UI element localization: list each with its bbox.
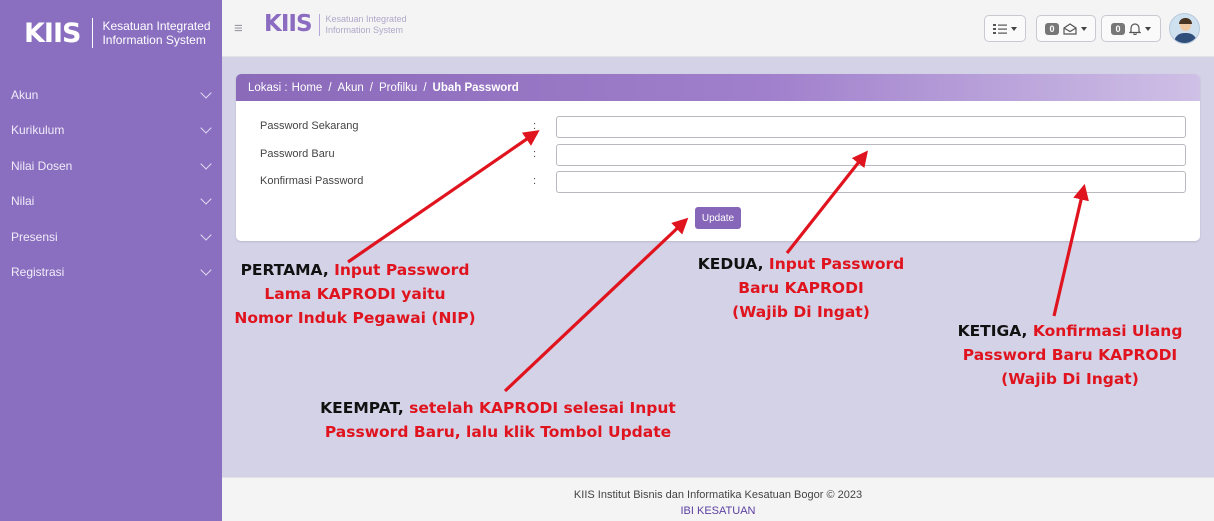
messages-count-badge: 0: [1045, 22, 1059, 35]
sidebar-item-label: Registrasi: [11, 265, 65, 280]
topbar-logo[interactable]: KIIS Kesatuan Integrated Information Sys…: [264, 13, 407, 36]
annotation-pertama: PERTAMA, Input Password Lama KAPRODI yai…: [225, 258, 485, 330]
annotation-keempat: KEEMPAT, setelah KAPRODI selesai Input P…: [296, 396, 700, 444]
sidebar-item-label: Nilai Dosen: [11, 158, 73, 173]
field-colon: :: [533, 148, 537, 160]
annotation-step-label: KEEMPAT,: [320, 399, 404, 417]
brand-text: Kesatuan Integrated Information System: [326, 14, 407, 36]
caret-down-icon: [1011, 26, 1017, 31]
sidebar-nav: Akun Kurikulum Nilai Dosen Nilai Presens…: [0, 77, 222, 290]
messages-button[interactable]: 0: [1036, 15, 1096, 42]
topbar: ≡ KIIS Kesatuan Integrated Information S…: [222, 0, 1214, 57]
breadcrumb-profilku[interactable]: Profilku: [379, 82, 417, 94]
annotation-text: Password Baru KAPRODI: [962, 346, 1178, 364]
sidebar-item-presensi[interactable]: Presensi: [0, 219, 222, 255]
caret-down-icon: [1080, 26, 1087, 31]
new-password-label: Password Baru: [260, 148, 335, 160]
sidebar-item-akun[interactable]: Akun: [0, 77, 222, 113]
annotation-kedua: KEDUA, Input Password Baru KAPRODI (Waji…: [676, 252, 926, 324]
sidebar-brand[interactable]: KIIS Kesatuan Integrated Information Sys…: [24, 18, 211, 48]
brand-line-1: Kesatuan Integrated: [102, 19, 211, 33]
annotation-text: (Wajib Di Ingat): [732, 303, 870, 321]
brand-line-2: Information System: [325, 24, 404, 35]
sidebar-item-label: Nilai: [11, 194, 35, 209]
annotation-text: Password Baru, lalu klik Tombol Update: [324, 423, 672, 441]
footer-copyright: KIIS Institut Bisnis dan Informatika Kes…: [573, 489, 863, 501]
footer-link[interactable]: IBI KESATUAN: [681, 505, 756, 517]
chevron-down-icon: [200, 193, 212, 205]
caret-down-icon: [1144, 26, 1151, 31]
sidebar-item-nilai[interactable]: Nilai: [0, 184, 222, 220]
arrow-keempat: [503, 217, 689, 393]
annotation-text: Lama KAPRODI yaitu: [264, 285, 446, 303]
brand-divider: [92, 18, 94, 48]
notifications-count-badge: 0: [1111, 22, 1125, 35]
new-password-input[interactable]: [556, 144, 1186, 166]
annotation-step-label: KEDUA,: [697, 255, 764, 273]
chevron-down-icon: [200, 264, 212, 276]
annotation-text: (Wajib Di Ingat): [1001, 370, 1139, 388]
kiis-logo: KIIS: [24, 17, 81, 49]
brand-line-2: Information System: [102, 33, 206, 47]
breadcrumb: Lokasi : Home / Akun / Profilku / Ubah P…: [236, 74, 1200, 101]
sidebar-item-registrasi[interactable]: Registrasi: [0, 255, 222, 291]
form-row-new-password: Password Baru :: [236, 144, 1200, 166]
sidebar-item-label: Presensi: [11, 229, 58, 244]
sidebar-item-kurikulum[interactable]: Kurikulum: [0, 113, 222, 149]
brand-divider: [318, 13, 320, 36]
confirm-password-label: Konfirmasi Password: [260, 175, 364, 187]
sidebar-item-label: Akun: [11, 87, 39, 102]
field-colon: :: [533, 120, 537, 132]
current-password-label: Password Sekarang: [260, 120, 359, 132]
envelope-open-icon: [1062, 22, 1077, 35]
chevron-down-icon: [200, 122, 212, 134]
list-icon: [993, 23, 1007, 34]
form-row-confirm-password: Konfirmasi Password :: [236, 171, 1200, 193]
sidebar-item-label: Kurikulum: [11, 123, 65, 138]
breadcrumb-separator: /: [369, 81, 373, 94]
breadcrumb-akun[interactable]: Akun: [338, 82, 364, 94]
change-password-card: Lokasi : Home / Akun / Profilku / Ubah P…: [236, 74, 1200, 241]
form-row-current-password: Password Sekarang :: [236, 116, 1200, 138]
breadcrumb-prefix: Lokasi :: [248, 81, 288, 94]
annotation-text: Input Password: [334, 261, 470, 279]
current-password-input[interactable]: [556, 116, 1186, 138]
chevron-down-icon: [200, 158, 212, 170]
breadcrumb-home[interactable]: Home: [292, 82, 323, 94]
field-colon: :: [533, 175, 537, 187]
breadcrumb-separator: /: [328, 81, 332, 94]
update-button[interactable]: Update: [695, 207, 741, 229]
annotation-text: Konfirmasi Ulang: [1032, 322, 1183, 340]
annotation-step-label: PERTAMA,: [240, 261, 329, 279]
annotation-text: Baru KAPRODI: [738, 279, 864, 297]
kiis-logo: KIIS: [264, 11, 313, 37]
user-avatar[interactable]: [1169, 13, 1200, 44]
breadcrumb-current: Ubah Password: [432, 81, 519, 94]
breadcrumb-separator: /: [423, 81, 427, 94]
annotation-step-label: KETIGA,: [957, 322, 1028, 340]
task-list-button[interactable]: [984, 15, 1026, 42]
confirm-password-input[interactable]: [556, 171, 1186, 193]
annotation-text: Input Password: [768, 255, 905, 273]
annotation-ketiga: KETIGA, Konfirmasi Ulang Password Baru K…: [950, 319, 1190, 391]
brand-text: Kesatuan Integrated Information System: [102, 19, 210, 47]
bell-icon: [1128, 23, 1141, 35]
footer: KIIS Institut Bisnis dan Informatika Kes…: [222, 477, 1214, 521]
notifications-button[interactable]: 0: [1101, 15, 1161, 42]
brand-line-1: Kesatuan Integrated: [325, 13, 407, 24]
sidebar: KIIS Kesatuan Integrated Information Sys…: [0, 0, 222, 521]
sidebar-item-nilai-dosen[interactable]: Nilai Dosen: [0, 148, 222, 184]
hamburger-icon[interactable]: ≡: [234, 20, 243, 37]
annotation-text: Nomor Induk Pegawai (NIP): [234, 309, 476, 327]
chevron-down-icon: [200, 87, 212, 99]
chevron-down-icon: [200, 229, 212, 241]
annotation-text: setelah KAPRODI selesai Input: [409, 399, 676, 417]
